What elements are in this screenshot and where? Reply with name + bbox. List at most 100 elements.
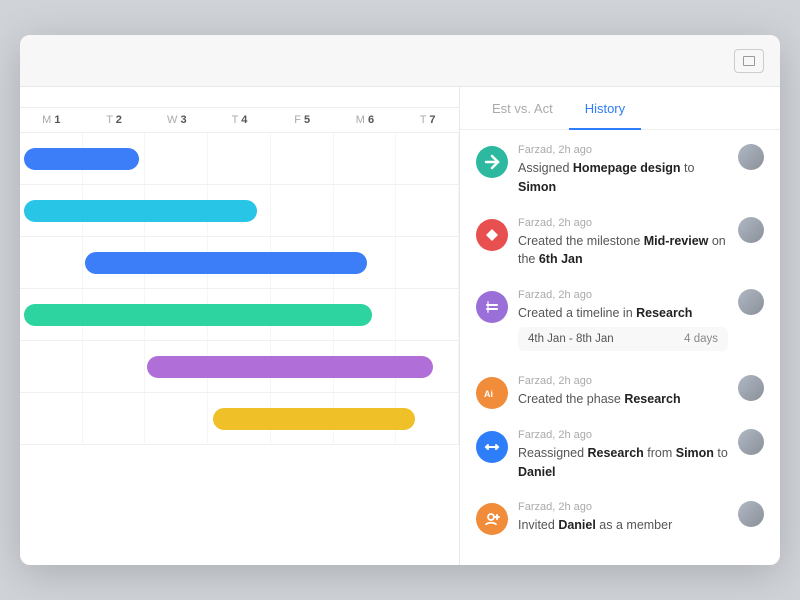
history-item: Ai Farzad, 2h ago Created the phase Rese… [460, 365, 780, 419]
avatar-image [738, 217, 764, 243]
avatar [738, 429, 764, 455]
gantt-cell [20, 393, 83, 444]
history-meta: Farzad, 2h ago [518, 375, 728, 387]
activity-icon-timeline [476, 291, 508, 323]
timeline-detail: 4th Jan - 8th Jan 4 days [518, 327, 728, 351]
gantt-bar [24, 304, 372, 326]
history-text-block: Farzad, 2h ago Created the milestone Mid… [518, 217, 728, 270]
gantt-days-header: M 1T 2W 3T 4F 5M 6T 7 [20, 108, 459, 133]
history-text-block: Farzad, 2h ago Created the phase Researc… [518, 375, 728, 409]
gantt-bar [213, 408, 416, 430]
history-text-block: Farzad, 2h ago Reassigned Research from … [518, 429, 728, 482]
gantt-cell [396, 185, 459, 236]
avatar-image [738, 501, 764, 527]
gantt-day-col: T 2 [83, 108, 146, 132]
history-meta: Farzad, 2h ago [518, 289, 728, 301]
gantt-cell [145, 133, 208, 184]
history-text-block: Farzad, 2h ago Assigned Homepage design … [518, 144, 728, 197]
gantt-day-col: F 5 [271, 108, 334, 132]
main-content: M 1T 2W 3T 4F 5M 6T 7 Est vs. ActHistory… [20, 87, 780, 565]
history-item-left: Farzad, 2h ago Invited Daniel as a membe… [476, 501, 728, 535]
gantt-day-col: M 6 [334, 108, 397, 132]
avatar [738, 217, 764, 243]
avatar [738, 375, 764, 401]
gantt-row [20, 237, 459, 289]
gantt-day-col: T 4 [208, 108, 271, 132]
window-control-inner [743, 56, 755, 66]
timeline-range: 4th Jan - 8th Jan [528, 333, 614, 345]
history-text-block: Farzad, 2h ago Invited Daniel as a membe… [518, 501, 728, 535]
gantt-day-col: M 1 [20, 108, 83, 132]
history-text: Created the phase Research [518, 390, 728, 409]
gantt-row [20, 393, 459, 445]
avatar-image [738, 375, 764, 401]
tab-history[interactable]: History [569, 87, 641, 130]
history-text: Created the milestone Mid-review on the … [518, 232, 728, 270]
gantt-day-col: T 7 [396, 108, 459, 132]
avatar [738, 144, 764, 170]
timeline-days: 4 days [684, 333, 718, 345]
panel-tabs: Est vs. ActHistory [460, 87, 780, 130]
gantt-cell [396, 133, 459, 184]
gantt-cell [334, 133, 397, 184]
avatar-image [738, 289, 764, 315]
right-panel: Est vs. ActHistory Farzad, 2h ago Assign… [460, 87, 780, 565]
gantt-cell [271, 133, 334, 184]
history-item-left: Ai Farzad, 2h ago Created the phase Rese… [476, 375, 728, 409]
gantt-chart: M 1T 2W 3T 4F 5M 6T 7 [20, 87, 460, 565]
gantt-rows [20, 133, 459, 565]
history-item-left: Farzad, 2h ago Reassigned Research from … [476, 429, 728, 482]
history-text-block: Farzad, 2h ago Created a timeline in Res… [518, 289, 728, 355]
gantt-cell [20, 341, 83, 392]
tab-est-vs.-act[interactable]: Est vs. Act [476, 87, 569, 130]
history-item: Farzad, 2h ago Created the milestone Mid… [460, 207, 780, 280]
activity-icon-phase: Ai [476, 377, 508, 409]
activity-icon-reassign [476, 431, 508, 463]
activity-icon-assign [476, 146, 508, 178]
titlebar-left [36, 47, 64, 75]
history-item-left: Farzad, 2h ago Created the milestone Mid… [476, 217, 728, 270]
gantt-row [20, 341, 459, 393]
gantt-row [20, 133, 459, 185]
history-text: Invited Daniel as a member [518, 516, 728, 535]
history-item: Farzad, 2h ago Invited Daniel as a membe… [460, 491, 780, 545]
gantt-bar [147, 356, 433, 378]
gantt-cell [396, 237, 459, 288]
gantt-cell [271, 185, 334, 236]
window-control-button[interactable] [734, 49, 764, 73]
gantt-cell [20, 237, 83, 288]
history-item: Farzad, 2h ago Reassigned Research from … [460, 419, 780, 492]
avatar-image [738, 429, 764, 455]
gantt-cell [83, 341, 146, 392]
history-text: Created a timeline in Research [518, 304, 728, 323]
gantt-bar [85, 252, 367, 274]
avatar [738, 289, 764, 315]
history-item: Farzad, 2h ago Assigned Homepage design … [460, 134, 780, 207]
history-meta: Farzad, 2h ago [518, 144, 728, 156]
reload-icon[interactable] [36, 47, 64, 75]
activity-icon-invite [476, 503, 508, 535]
gantt-cell [145, 393, 208, 444]
gantt-cell [396, 289, 459, 340]
gantt-cell [208, 133, 271, 184]
gantt-bar [24, 148, 139, 170]
history-meta: Farzad, 2h ago [518, 217, 728, 229]
activity-icon-milestone [476, 219, 508, 251]
gantt-bar [24, 200, 257, 222]
titlebar [20, 35, 780, 87]
gantt-row [20, 289, 459, 341]
gantt-row [20, 185, 459, 237]
history-text: Assigned Homepage design to Simon [518, 159, 728, 197]
history-item-left: Farzad, 2h ago Assigned Homepage design … [476, 144, 728, 197]
gantt-header [20, 87, 459, 108]
history-item: Farzad, 2h ago Created a timeline in Res… [460, 279, 780, 365]
avatar-image [738, 144, 764, 170]
history-item-left: Farzad, 2h ago Created a timeline in Res… [476, 289, 728, 355]
history-text: Reassigned Research from Simon to Daniel [518, 444, 728, 482]
app-window: M 1T 2W 3T 4F 5M 6T 7 Est vs. ActHistory… [20, 35, 780, 565]
history-meta: Farzad, 2h ago [518, 429, 728, 441]
svg-text:Ai: Ai [484, 389, 493, 399]
history-meta: Farzad, 2h ago [518, 501, 728, 513]
gantt-cell [83, 393, 146, 444]
avatar [738, 501, 764, 527]
